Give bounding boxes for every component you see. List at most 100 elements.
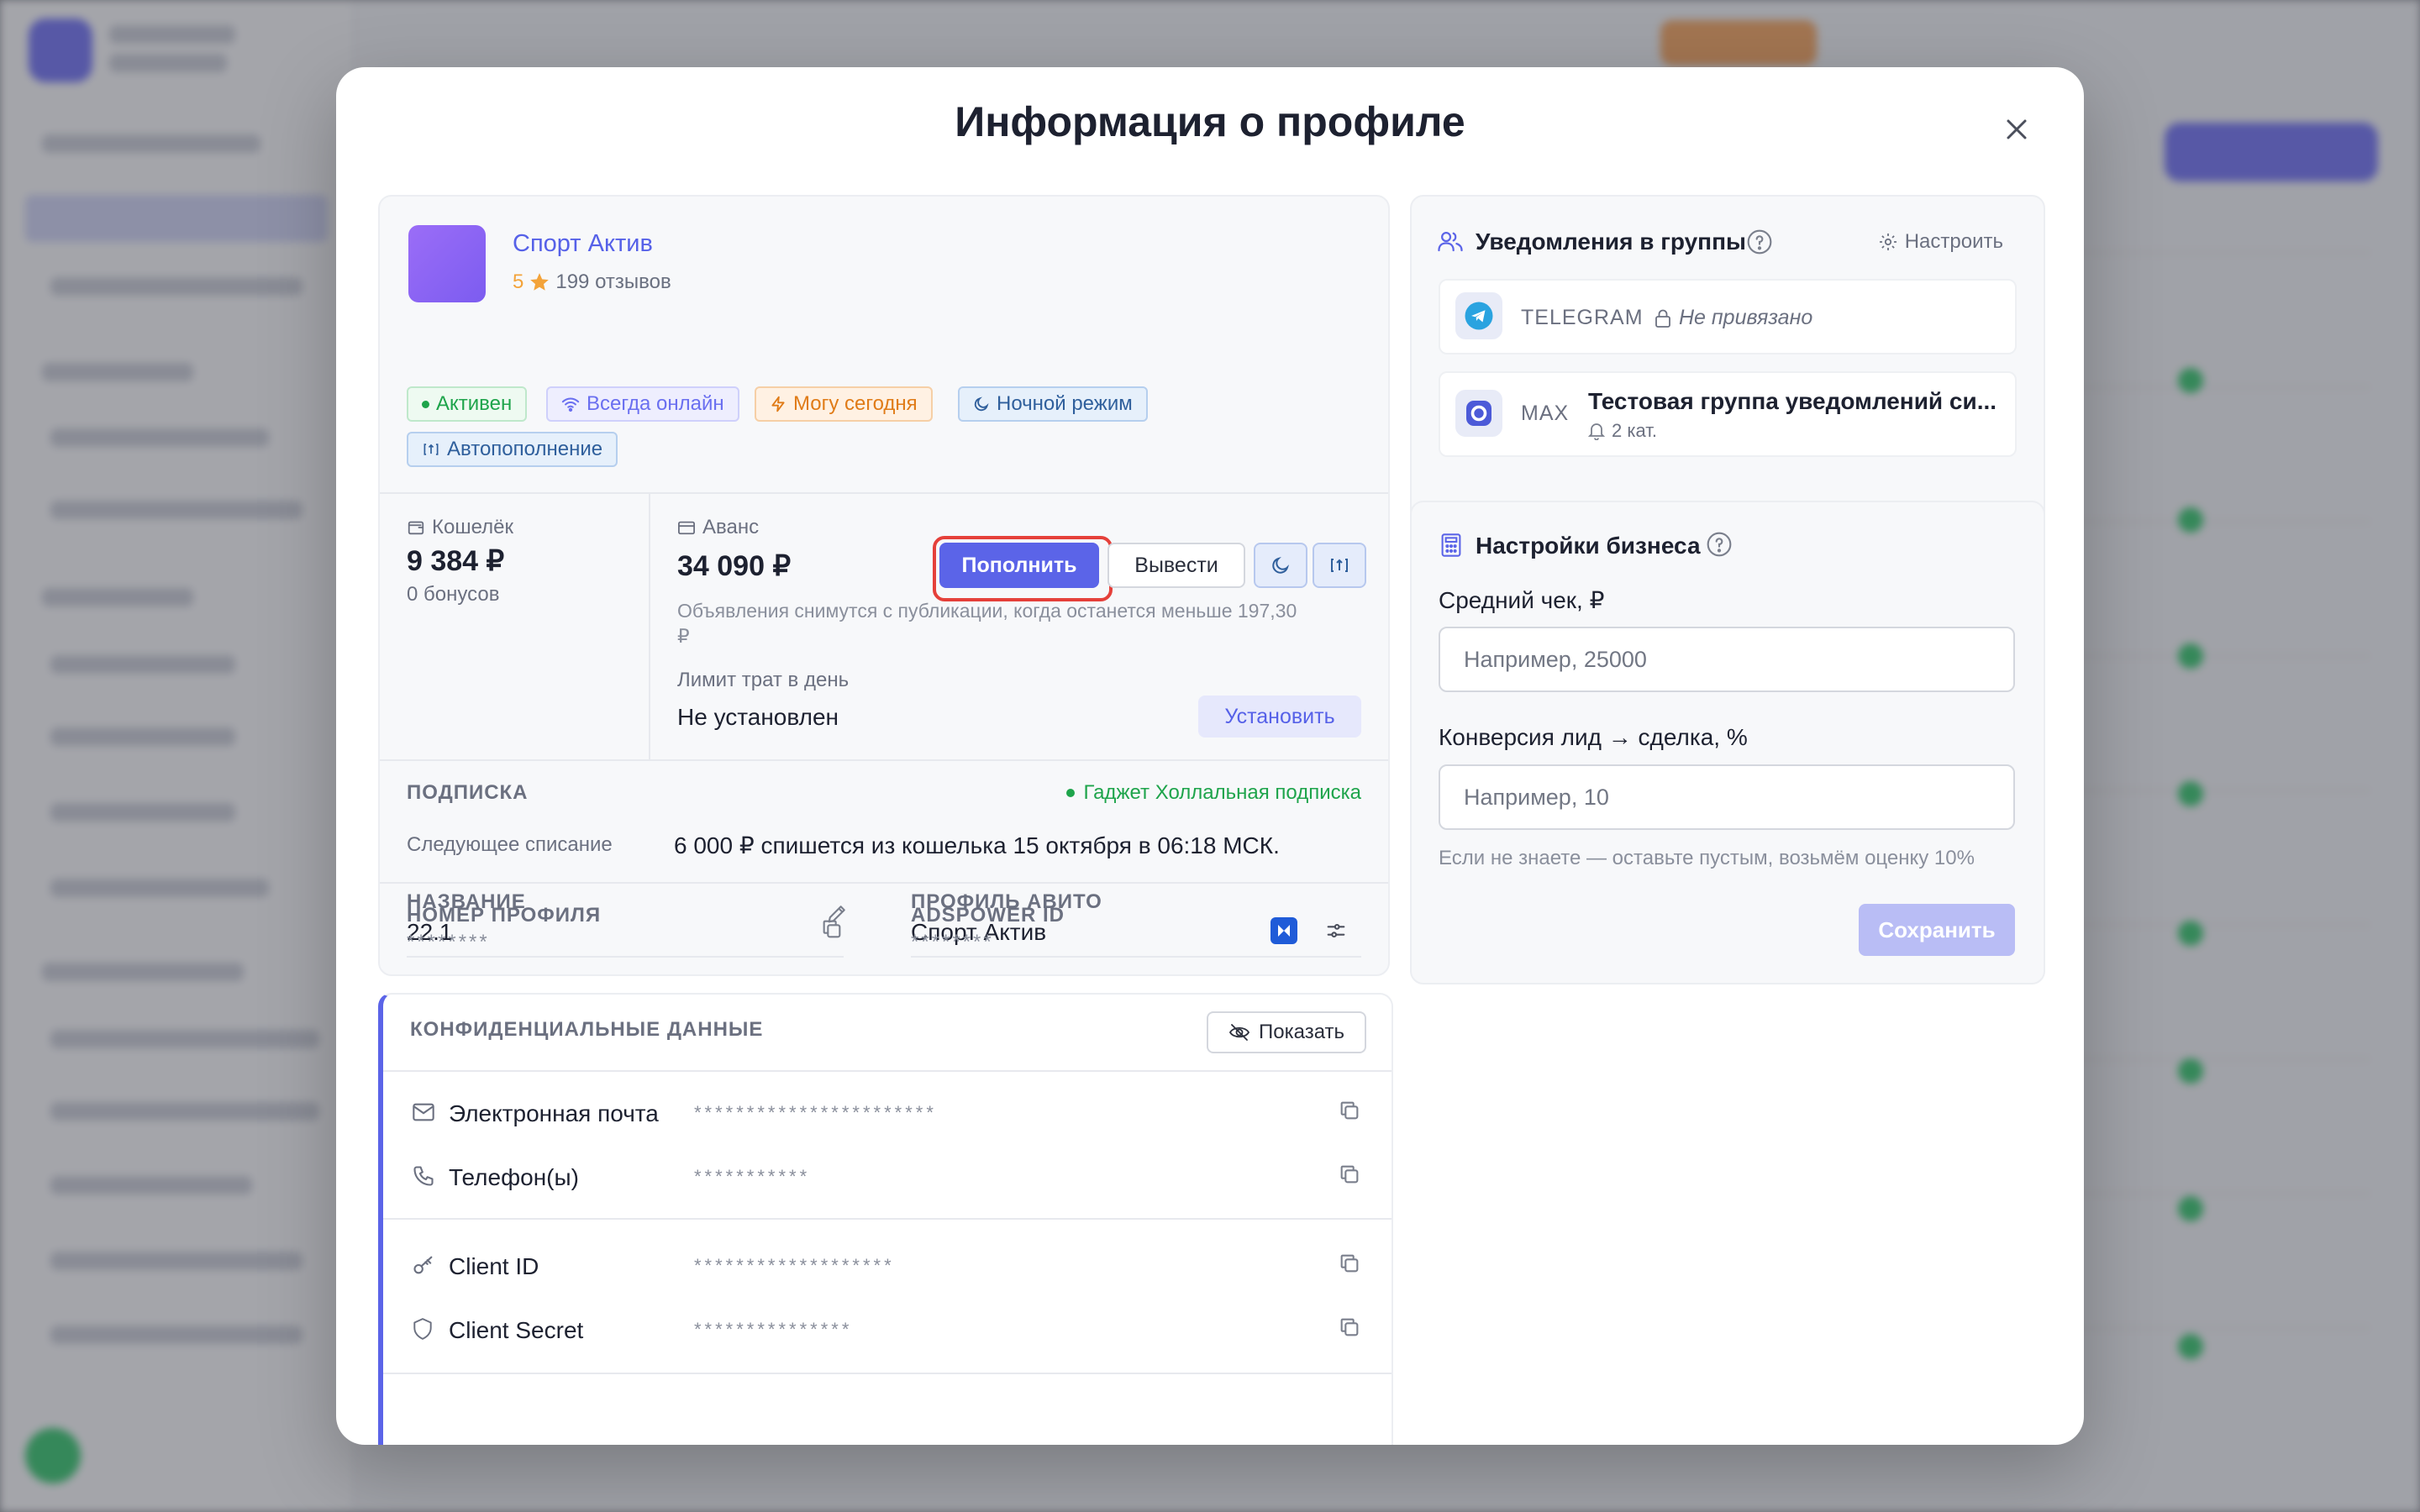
profile-number-label: НОМЕР ПРОФИЛЯ — [407, 904, 602, 927]
max-logo-icon — [1464, 398, 1494, 428]
wallet-icon — [407, 518, 425, 537]
profile-number-value: ******** — [407, 931, 490, 953]
business-settings-card: Настройки бизнеса Средний чек, ₽ Конверс… — [1410, 501, 2045, 984]
telegram-row[interactable]: TELEGRAM Не привязано — [1439, 279, 2017, 354]
copy-email-button[interactable] — [1338, 1099, 1361, 1126]
daily-limit-label: Лимит трат в день — [677, 669, 850, 691]
divider — [649, 492, 650, 759]
badge-label: Активен — [436, 392, 513, 415]
close-icon — [2006, 118, 2028, 140]
modal-title: Информация о профиле — [955, 98, 1465, 145]
advance-note-currency: ₽ — [677, 625, 690, 647]
adspower-settings-button[interactable] — [1324, 919, 1348, 947]
copy-icon — [1338, 1099, 1361, 1122]
next-charge-label: Следующее списание — [407, 833, 613, 856]
conversion-input[interactable] — [1439, 764, 2015, 830]
set-limit-button[interactable]: Установить — [1198, 696, 1361, 738]
copy-profile-number-button[interactable] — [820, 917, 844, 945]
avg-check-label: Средний чек, ₽ — [1439, 587, 1605, 613]
copy-client-secret-button[interactable] — [1338, 1315, 1361, 1343]
show-data-label: Показать — [1258, 1021, 1345, 1043]
badge-label: Автопополнение — [447, 438, 603, 460]
badge-label: Ночной режим — [997, 392, 1133, 415]
copy-icon — [1338, 1163, 1361, 1186]
max-label: MAX — [1521, 402, 1570, 425]
wallet-label-text: Кошелёк — [432, 516, 513, 538]
next-charge-value: 6 000 ₽ спишется из кошелька 15 октября … — [674, 832, 1280, 858]
rating-value: 5 — [513, 270, 524, 293]
divider — [383, 1070, 1392, 1072]
night-mode-button[interactable] — [1254, 543, 1307, 588]
telegram-icon-box — [1455, 292, 1502, 339]
status-badge-active: Активен — [407, 386, 528, 422]
telegram-label: TELEGRAM — [1521, 306, 1644, 329]
subscription-title: ПОДПИСКА — [407, 781, 529, 804]
calculator-icon — [1440, 533, 1462, 562]
divider — [911, 956, 1361, 958]
telegram-icon — [1464, 301, 1494, 331]
badge-night-mode: Ночной режим — [958, 386, 1148, 422]
status-dot-icon — [422, 400, 429, 408]
email-label: Электронная почта — [449, 1100, 659, 1126]
show-data-button[interactable]: Показать — [1207, 1011, 1366, 1053]
mail-icon — [412, 1102, 435, 1126]
card-icon — [677, 519, 696, 536]
advance-amount: 34 090 ₽ — [677, 550, 792, 582]
users-icon — [1437, 228, 1464, 258]
shield-icon — [412, 1317, 434, 1345]
conversion-label: Конверсия лид → сделка, % — [1439, 724, 1748, 750]
business-title: Настройки бизнеса — [1476, 533, 1701, 559]
save-button[interactable]: Сохранить — [1859, 904, 2015, 956]
advance-label-text: Аванс — [702, 516, 760, 538]
copy-icon — [1338, 1252, 1361, 1275]
moon-icon — [1270, 555, 1291, 575]
phone-value: *********** — [694, 1166, 811, 1187]
confidential-title: КОНФИДЕНЦИАЛЬНЫЕ ДАННЫЕ — [410, 1018, 764, 1041]
profile-name-link[interactable]: Спорт Актив — [513, 230, 653, 258]
subscription-plan-label: Гаджет Холлальная подписка — [1083, 781, 1361, 804]
autofill-button[interactable] — [1313, 543, 1366, 588]
profile-avatar — [408, 225, 486, 302]
close-button[interactable] — [1995, 108, 2039, 151]
gear-icon — [1878, 232, 1898, 252]
reviews-count: 199 отзывов — [555, 270, 671, 293]
adspower-id-value: ******** — [911, 931, 994, 953]
topup-button[interactable]: Пополнить — [939, 543, 1099, 588]
max-row[interactable]: MAX Тестовая группа уведомлений си... 2 … — [1439, 371, 2017, 457]
adspower-open-button[interactable] — [1270, 917, 1297, 944]
badge-can-today: Могу сегодня — [755, 386, 933, 422]
divider — [407, 956, 844, 958]
status-dot-icon — [1066, 789, 1076, 797]
eye-off-icon — [1228, 1023, 1250, 1042]
divider — [383, 1373, 1392, 1374]
advance-note: Объявления снимутся с публикации, когда … — [677, 600, 1297, 622]
configure-button[interactable]: Настроить — [1878, 230, 2003, 254]
withdraw-button[interactable]: Вывести — [1107, 543, 1245, 588]
help-icon — [1706, 531, 1733, 558]
avg-check-input[interactable] — [1439, 627, 2015, 692]
telegram-status-label: Не привязано — [1679, 306, 1813, 329]
moon-icon — [973, 396, 990, 412]
adspower-logo-icon — [1276, 922, 1292, 939]
autofill-icon — [1328, 556, 1350, 575]
divider — [380, 882, 1388, 884]
help-business-button[interactable] — [1706, 531, 1733, 562]
copy-client-id-button[interactable] — [1338, 1252, 1361, 1279]
copy-icon — [1338, 1315, 1361, 1339]
wallet-label: Кошелёк — [407, 516, 513, 539]
lock-icon — [1654, 308, 1672, 328]
help-notifications-button[interactable] — [1746, 228, 1773, 260]
copy-phone-button[interactable] — [1338, 1163, 1361, 1190]
lightning-icon — [770, 395, 786, 413]
star-icon — [529, 271, 550, 293]
bell-icon — [1588, 422, 1605, 440]
client-id-value: ******************* — [694, 1255, 895, 1276]
advance-label: Аванс — [677, 516, 759, 539]
telegram-status: Не привязано — [1654, 306, 1812, 330]
max-categories-label: 2 кат. — [1612, 420, 1657, 441]
copy-icon — [820, 917, 844, 941]
max-icon-box — [1455, 390, 1502, 437]
autofill-icon — [422, 441, 440, 458]
daily-limit-value: Не установлен — [677, 704, 839, 730]
client-secret-value: *************** — [694, 1319, 853, 1340]
